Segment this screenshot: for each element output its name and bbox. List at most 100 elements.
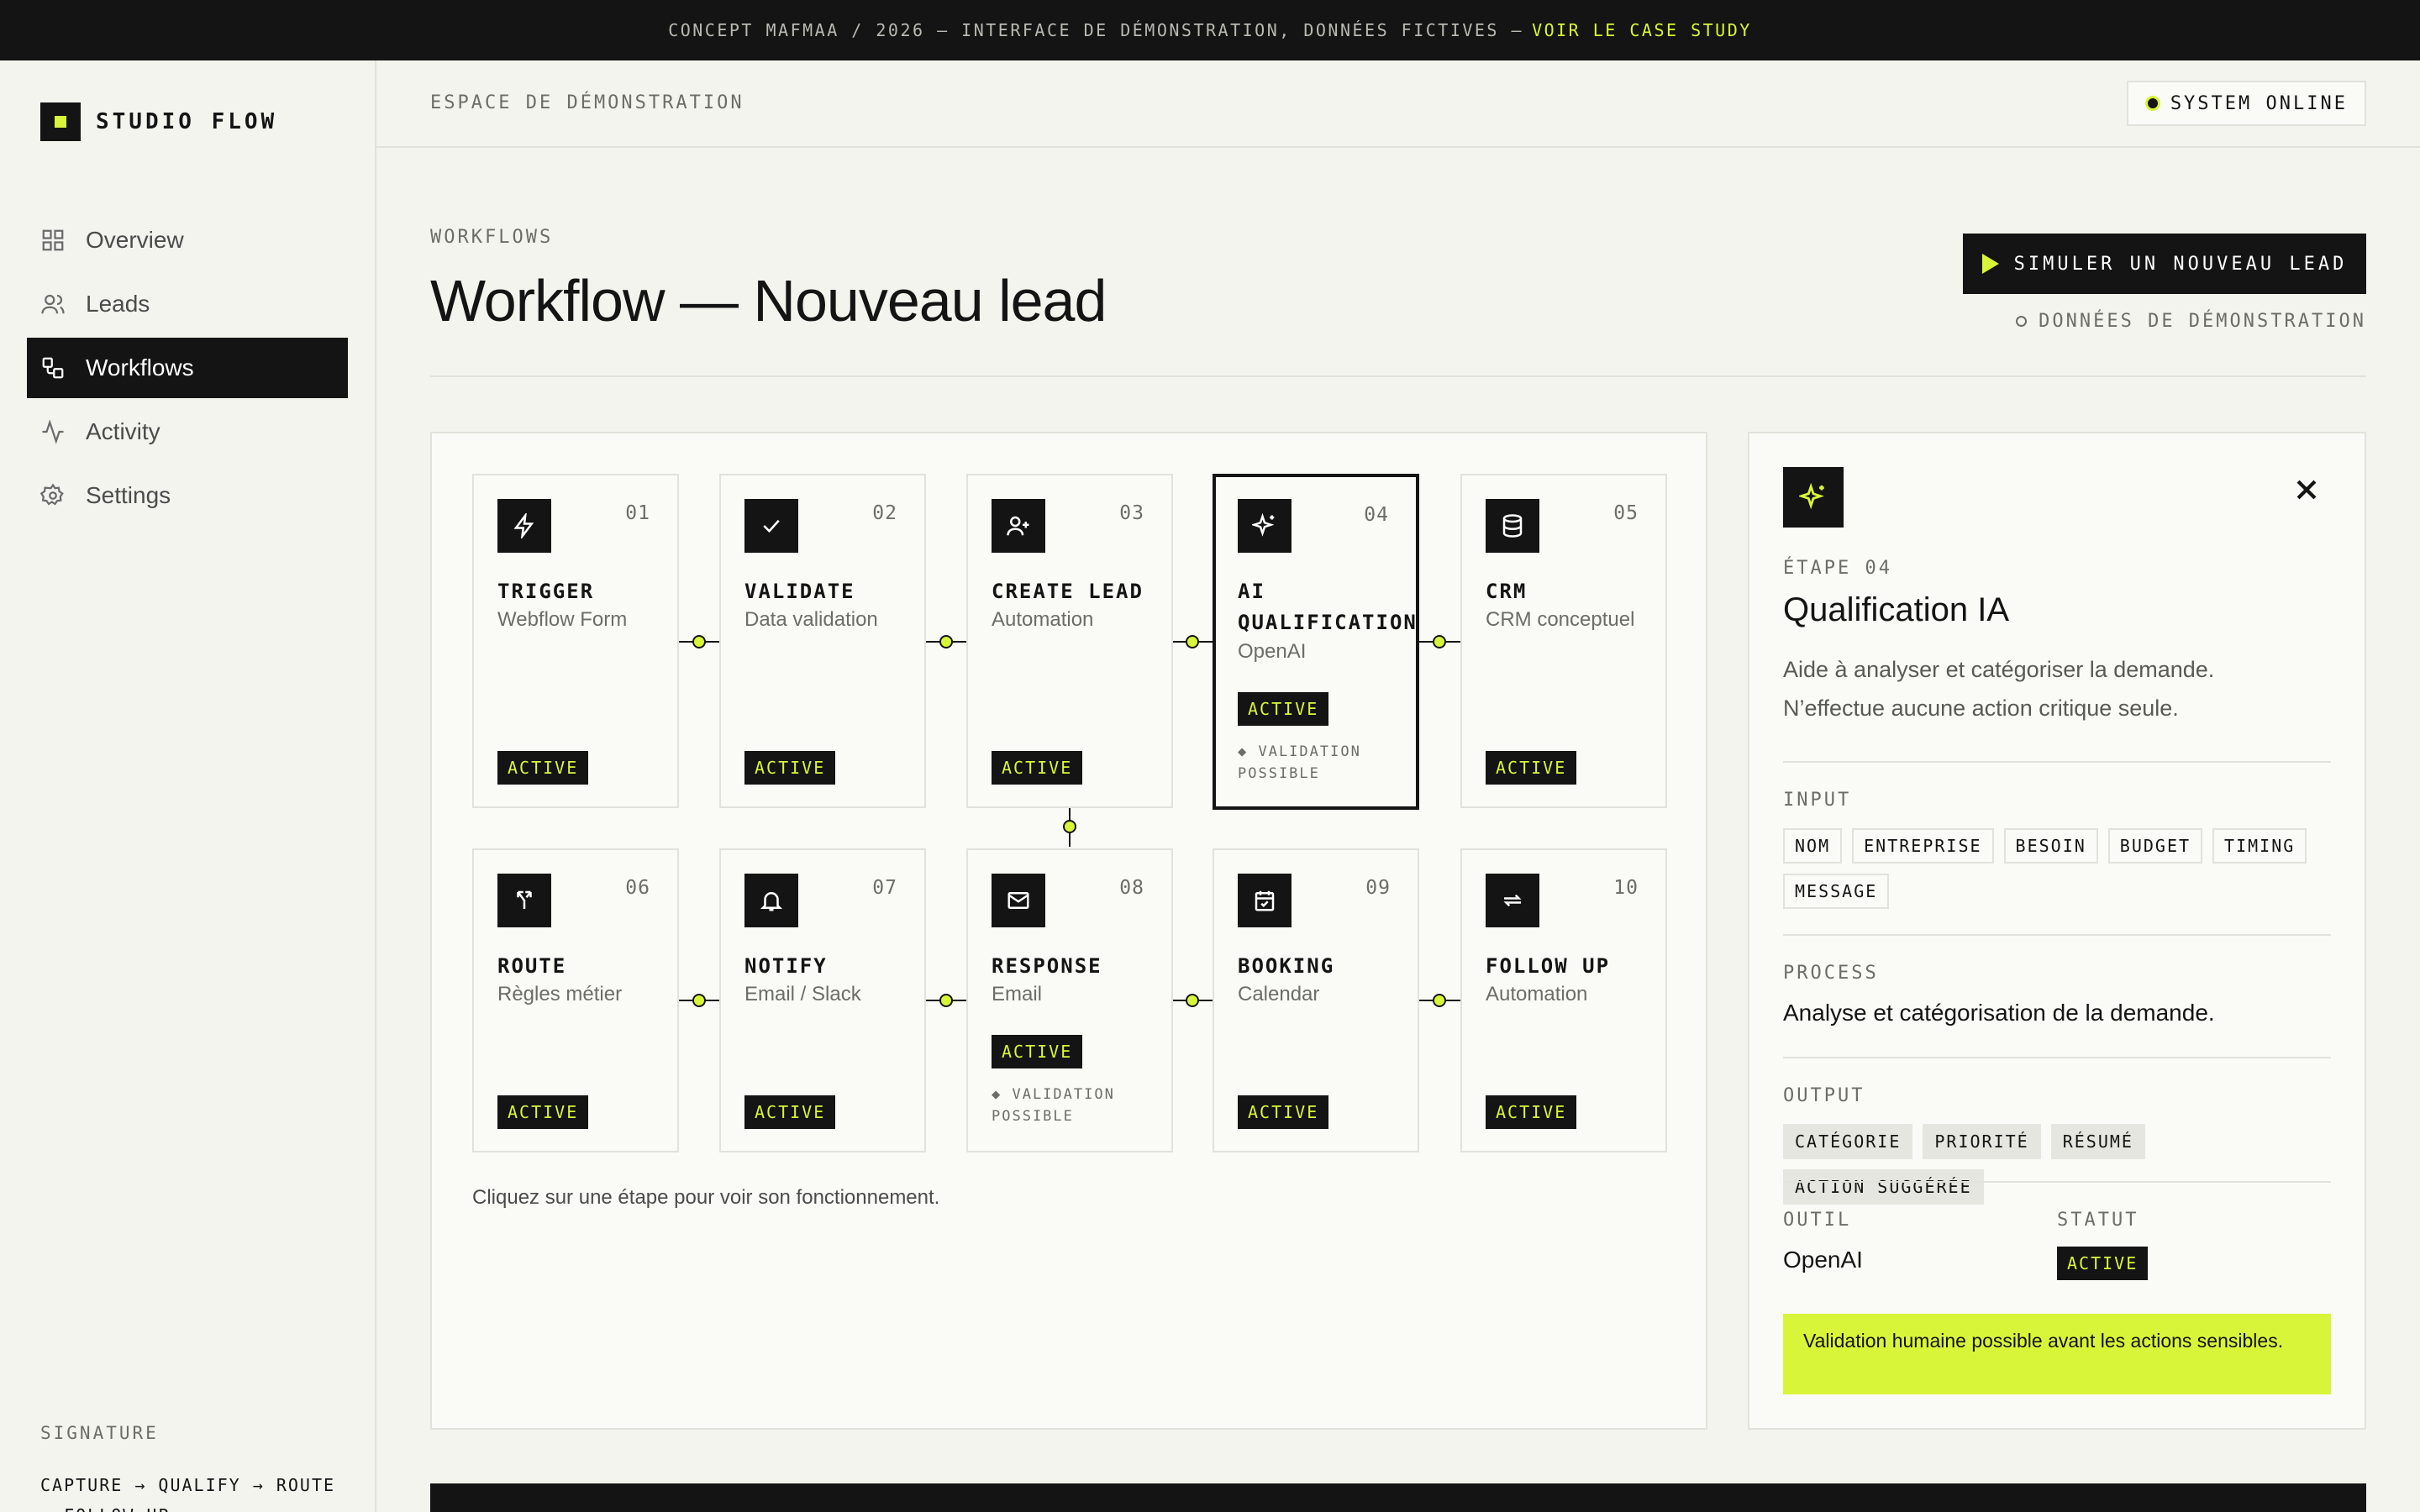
workflow-step-validate[interactable]: 02 VALIDATE Data validation ACTIVE: [719, 474, 926, 808]
workflow-step-route[interactable]: 06 ROUTE Règles métier ACTIVE: [472, 848, 679, 1152]
step-subtitle: Data validation: [744, 608, 878, 631]
divider: [1783, 1181, 2331, 1183]
step-number: 08: [1119, 877, 1144, 899]
workflow-step-create-lead[interactable]: 03 CREATE LEAD Automation ACTIVE: [966, 474, 1173, 808]
step-number: 07: [872, 877, 897, 899]
divider: [430, 375, 2366, 377]
circle-icon: [2016, 316, 2028, 327]
output-chip: ACTION SUGGÉRÉE: [1783, 1169, 1984, 1205]
sidebar-item-overview[interactable]: Overview: [27, 210, 348, 270]
sidebar-item-label: Leads: [86, 291, 150, 317]
divider: [1783, 934, 2331, 936]
sidebar-item-leads[interactable]: Leads: [27, 274, 348, 334]
users-icon: [41, 294, 65, 314]
split-icon: [497, 874, 551, 927]
step-name: CREATE LEAD: [992, 580, 1144, 603]
connector-node: [692, 635, 706, 648]
step-subtitle: Calendar: [1238, 983, 1320, 1005]
demo-banner: CONCEPT MAFMAA / 2026 — INTERFACE DE DÉM…: [0, 0, 2420, 60]
workflow-step-crm[interactable]: 05 CRM CRM conceptuel ACTIVE: [1460, 474, 1667, 808]
sidebar-item-label: Overview: [86, 227, 184, 253]
step-subtitle: Email / Slack: [744, 983, 861, 1005]
workflow-icon: [42, 357, 64, 379]
step-number: 09: [1365, 877, 1391, 899]
workflow-step-follow-up[interactable]: 10 FOLLOW UP Automation ACTIVE: [1460, 848, 1667, 1152]
divider: [1783, 1057, 2331, 1058]
validation-note: ◆ VALIDATION POSSIBLE: [992, 1086, 1115, 1125]
case-study-link[interactable]: VOIR LE CASE STUDY: [1532, 20, 1752, 40]
status-badge: ACTIVE: [2057, 1247, 2149, 1280]
status-badge: ACTIVE: [992, 751, 1083, 785]
step-name: ROUTE: [497, 954, 567, 978]
step-name: CRM: [1486, 580, 1528, 603]
step-subtitle: Règles métier: [497, 983, 623, 1005]
connector-node: [1433, 635, 1446, 648]
activity-icon: [42, 419, 64, 444]
workflow-step-ai-qualification[interactable]: 04 AI QUALIFICATION OpenAI ACTIVE ◆ VALI…: [1213, 474, 1419, 810]
tool-label: OUTIL: [1783, 1210, 1852, 1231]
status-badge: ACTIVE: [992, 1035, 1083, 1068]
step-name: NOTIFY: [744, 954, 828, 978]
demo-data-note: DONNÉES DE DÉMONSTRATION: [2016, 311, 2366, 332]
brand-logo: [40, 102, 81, 141]
calendar-icon: [1238, 874, 1292, 927]
database-icon: [1486, 499, 1539, 553]
breadcrumb: ESPACE DE DÉMONSTRATION: [430, 92, 744, 113]
workflow-step-trigger[interactable]: 01 TRIGGER Webflow Form ACTIVE: [472, 474, 679, 808]
sidebar-item-settings[interactable]: Settings: [27, 465, 348, 526]
workflow-canvas: 01 TRIGGER Webflow Form ACTIVE 02 VALIDA…: [430, 432, 1707, 1430]
canvas-hint: Cliquez sur une étape pour voir son fonc…: [472, 1186, 940, 1209]
step-number: 03: [1119, 502, 1144, 524]
workflow-step-booking[interactable]: 09 BOOKING Calendar ACTIVE: [1213, 848, 1419, 1152]
output-chip: CATÉGORIE: [1783, 1124, 1913, 1159]
validation-note: ◆ VALIDATION POSSIBLE: [1238, 743, 1361, 782]
step-name: BOOKING: [1238, 954, 1335, 978]
step-name: AI QUALIFICATION: [1238, 580, 1418, 634]
step-eyebrow: ÉTAPE 04: [1783, 558, 1892, 579]
step-name: RESPONSE: [992, 954, 1102, 978]
input-chip: TIMING: [2212, 828, 2307, 864]
workflow-step-notify[interactable]: 07 NOTIFY Email / Slack ACTIVE: [719, 848, 926, 1152]
input-chip: BESOIN: [2003, 828, 2098, 864]
step-number: 01: [625, 502, 650, 524]
step-subtitle: Webflow Form: [497, 608, 628, 631]
signature-label: SIGNATURE: [40, 1423, 159, 1443]
step-number: 04: [1364, 504, 1389, 526]
gear-icon: [40, 483, 64, 506]
check-icon: [744, 499, 798, 553]
step-number: 06: [625, 877, 650, 899]
sidebar-item-activity[interactable]: Activity: [27, 402, 348, 462]
sidebar-nav: Overview Leads Workflows Activity Settin…: [27, 210, 348, 529]
step-name: TRIGGER: [497, 580, 595, 603]
status-badge: ACTIVE: [1238, 692, 1329, 726]
step-detail-panel: ÉTAPE 04 Qualification IA Aide à analyse…: [1748, 432, 2366, 1430]
input-chips: NOM ENTREPRISE BESOIN BUDGET TIMING MESS…: [1783, 828, 2338, 909]
header: ESPACE DE DÉMONSTRATION SYSTEM ONLINE: [376, 60, 2420, 148]
status-badge: ACTIVE: [1486, 751, 1577, 785]
status-label: STATUT: [2057, 1210, 2139, 1231]
step-subtitle: Automation: [992, 608, 1094, 631]
status-badge: ACTIVE: [744, 1095, 836, 1129]
close-icon[interactable]: [2292, 475, 2321, 504]
sidebar-item-workflows[interactable]: Workflows: [27, 338, 348, 398]
connector-node: [692, 994, 706, 1007]
workflow-step-response[interactable]: 08 RESPONSE Email ACTIVE ◆ VALIDATION PO…: [966, 848, 1173, 1152]
brand-name: STUDIO FLOW: [96, 109, 278, 134]
step-number: 02: [872, 502, 897, 524]
process-label: PROCESS: [1783, 963, 1879, 984]
brand[interactable]: STUDIO FLOW: [40, 102, 277, 141]
sparkles-icon: [1238, 499, 1292, 553]
demo-data-label: DONNÉES DE DÉMONSTRATION: [2039, 311, 2366, 332]
human-validation-callout: Validation humaine possible avant les ac…: [1783, 1314, 2331, 1394]
bell-icon: [744, 874, 798, 927]
status-dot-icon: [2144, 96, 2160, 111]
divider: [1783, 761, 2331, 763]
simulate-lead-button[interactable]: SIMULER UN NOUVEAU LEAD: [1963, 234, 2366, 294]
input-chip: BUDGET: [2107, 828, 2203, 864]
simulate-lead-label: SIMULER UN NOUVEAU LEAD: [2013, 253, 2348, 275]
step-subtitle: OpenAI: [1238, 640, 1307, 663]
bottom-bar: [430, 1483, 2366, 1512]
step-number: 05: [1613, 502, 1639, 524]
grid-icon: [42, 229, 64, 251]
status-badge: ACTIVE: [497, 1095, 589, 1129]
